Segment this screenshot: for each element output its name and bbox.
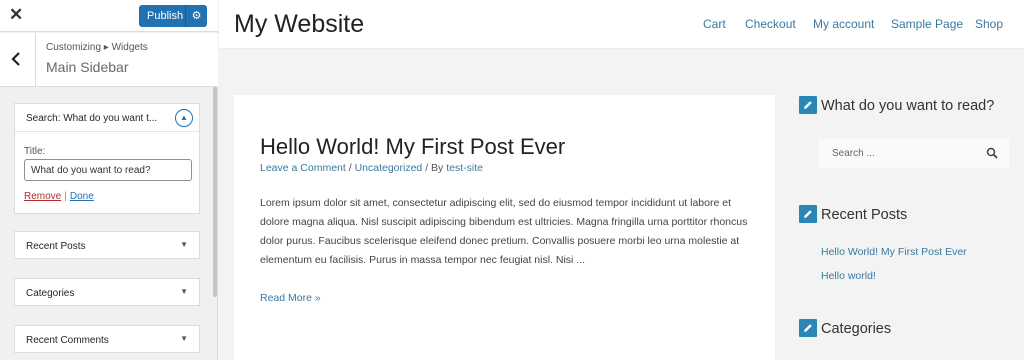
recent-post-link[interactable]: Hello World! My First Post Ever <box>821 246 967 258</box>
search-widget-panel: Search: What do you want t... ▲ Title: R… <box>14 103 200 214</box>
search-widget-heading: What do you want to read? <box>821 98 995 114</box>
edit-shortcut-icon[interactable] <box>799 96 817 114</box>
meta-separator: / <box>345 162 355 174</box>
title-input[interactable] <box>24 159 192 181</box>
search-widget-header[interactable]: Search: What do you want t... ▲ <box>15 104 199 132</box>
chevron-down-icon[interactable]: ▼ <box>180 334 188 343</box>
edit-shortcut-icon[interactable] <box>799 205 817 223</box>
category-link[interactable]: Uncategorized <box>355 162 423 174</box>
customizer-header: ✕ Publish ⚙ <box>0 0 218 32</box>
breadcrumb: Customizing ▸ Widgets <box>46 42 148 53</box>
site-preview: My Website Cart Checkout My account Samp… <box>219 0 1024 360</box>
widget-actions: Remove | Done <box>24 191 94 202</box>
close-icon[interactable]: ✕ <box>9 5 27 25</box>
actions-separator: | <box>64 191 67 202</box>
post-excerpt: Lorem ipsum dolor sit amet, consectetur … <box>260 197 748 266</box>
nav-link-sample-page[interactable]: Sample Page <box>891 17 963 31</box>
gear-icon[interactable]: ⚙ <box>185 5 207 27</box>
recent-posts-widget[interactable]: Recent Posts ▼ <box>14 231 200 259</box>
back-button[interactable] <box>0 33 36 87</box>
search-widget-title: Search: What do you want t... <box>26 113 158 124</box>
nav-link-my-account[interactable]: My account <box>813 17 874 31</box>
recent-posts-heading: Recent Posts <box>821 207 908 223</box>
chevron-down-icon[interactable]: ▼ <box>180 240 188 249</box>
comment-link[interactable]: Leave a Comment <box>260 162 346 174</box>
collapse-arrow-icon[interactable]: ▲ <box>175 109 193 127</box>
nav-link-shop[interactable]: Shop <box>975 17 1003 31</box>
search-input[interactable]: Search ... <box>819 139 1009 168</box>
site-title[interactable]: My Website <box>234 10 364 39</box>
meta-by: / By <box>422 162 447 174</box>
section-title: Main Sidebar <box>46 59 129 75</box>
widget-title: Recent Comments <box>26 335 109 346</box>
customizer-panel: ✕ Publish ⚙ Customizing ▸ Widgets Main S… <box>0 0 218 360</box>
recent-post-link[interactable]: Hello world! <box>821 270 876 282</box>
read-more-link[interactable]: Read More » <box>260 292 321 304</box>
remove-link[interactable]: Remove <box>24 191 61 202</box>
site-header: My Website Cart Checkout My account Samp… <box>219 0 1024 49</box>
publish-button[interactable]: Publish ⚙ <box>139 5 207 27</box>
chevron-down-icon[interactable]: ▼ <box>180 287 188 296</box>
nav-link-cart[interactable]: Cart <box>703 17 726 31</box>
post-title[interactable]: Hello World! My First Post Ever <box>260 134 565 160</box>
post-meta: Leave a Comment / Uncategorized / By tes… <box>260 162 483 174</box>
done-link[interactable]: Done <box>70 191 94 202</box>
search-placeholder: Search ... <box>832 148 875 159</box>
recent-comments-widget[interactable]: Recent Comments ▼ <box>14 325 200 353</box>
title-label: Title: <box>24 146 46 157</box>
nav-link-checkout[interactable]: Checkout <box>745 17 796 31</box>
categories-widget[interactable]: Categories ▼ <box>14 278 200 306</box>
scrollbar[interactable] <box>213 87 217 297</box>
edit-shortcut-icon[interactable] <box>799 319 817 337</box>
chevron-left-icon <box>11 52 20 66</box>
author-link[interactable]: test-site <box>446 162 483 174</box>
post-card: Hello World! My First Post Ever Leave a … <box>234 95 775 360</box>
publish-label: Publish <box>147 10 184 22</box>
widget-title: Categories <box>26 288 75 299</box>
search-icon[interactable] <box>986 147 998 159</box>
widget-title: Recent Posts <box>26 241 86 252</box>
categories-heading: Categories <box>821 321 892 337</box>
section-header: Customizing ▸ Widgets Main Sidebar <box>0 33 218 87</box>
